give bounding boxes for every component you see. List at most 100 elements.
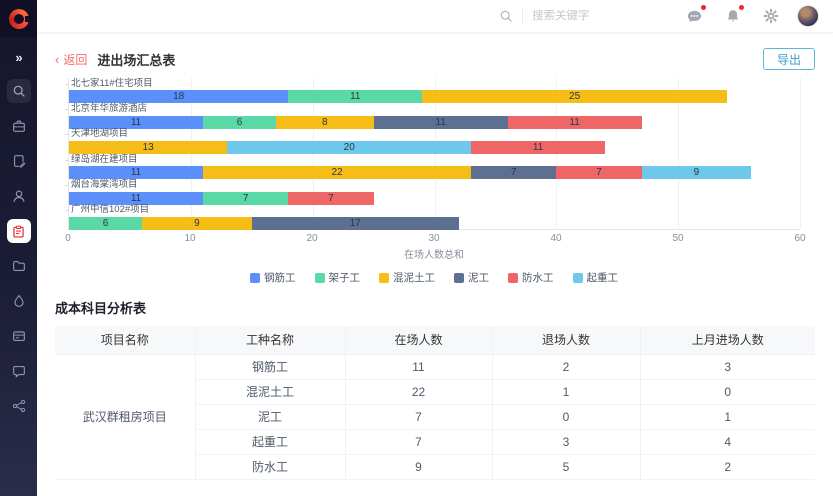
messages-button[interactable] — [686, 8, 703, 25]
bar-segment-泥工[interactable]: 7 — [471, 166, 556, 179]
sidebar-item-search[interactable] — [7, 79, 31, 103]
category-label: 北七家11#住宅项目 — [71, 79, 800, 89]
sidebar-item-cards[interactable] — [7, 324, 31, 348]
message-badge — [701, 5, 706, 10]
settings-button[interactable] — [763, 8, 779, 24]
search-icon — [12, 84, 26, 98]
bar-segment-防水工[interactable]: 7 — [556, 166, 641, 179]
bar-segment-泥工[interactable]: 11 — [374, 116, 508, 129]
x-tick-label: 20 — [306, 233, 317, 244]
sidebar-item-projects[interactable] — [7, 114, 31, 138]
legend-swatch — [508, 273, 518, 283]
sidebar-collapse-icon[interactable]: » — [15, 50, 21, 65]
bar-segment-架子工[interactable]: 11 — [288, 90, 422, 103]
page-title: 进出场汇总表 — [97, 50, 175, 69]
bar-segment-混泥土工[interactable]: 13 — [69, 141, 227, 154]
gear-icon — [763, 8, 779, 24]
search-icon — [499, 9, 513, 23]
category-label: 天津地湖项目 — [71, 129, 800, 139]
avatar[interactable] — [797, 5, 819, 27]
bar-segment-架子工[interactable]: 7 — [203, 192, 288, 205]
stacked-bar[interactable]: 132011 — [69, 141, 800, 154]
bell-icon — [725, 8, 741, 24]
legend-item-架子工[interactable]: 架子工 — [315, 270, 361, 285]
bar-segment-泥工[interactable]: 17 — [252, 217, 459, 230]
legend-label: 架子工 — [329, 270, 361, 285]
chart-legend: 钢筋工 架子工 混泥土工 泥工 防水工 起重工 — [68, 270, 800, 285]
category-label: 北京年华旅游酒店 — [71, 104, 800, 114]
legend-item-防水工[interactable]: 防水工 — [508, 270, 554, 285]
page-header: ‹ 返回 进出场汇总表 导出 — [55, 33, 815, 70]
topbar-search[interactable] — [499, 9, 618, 23]
table-header-row: 项目名称工种名称在场人数退场人数上月进场人数 — [55, 326, 815, 354]
sidebar-item-materials[interactable] — [7, 289, 31, 313]
topbar — [37, 0, 833, 33]
table-cell: 7 — [345, 404, 492, 429]
legend-item-混泥土工[interactable]: 混泥土工 — [379, 270, 435, 285]
legend-label: 混泥土工 — [393, 270, 435, 285]
bar-segment-架子工[interactable]: 6 — [69, 217, 142, 230]
table-cell: 防水工 — [195, 454, 345, 479]
chart-row: 烟台海棠湾项目1177 — [69, 179, 800, 204]
sidebar-item-documents[interactable] — [7, 149, 31, 173]
chart-row: 北七家11#住宅项目181125 — [69, 78, 800, 103]
chart-x-axis-title: 在场人数总和 — [68, 246, 800, 261]
back-button[interactable]: ‹ 返回 — [55, 51, 87, 68]
notifications-button[interactable] — [725, 8, 741, 24]
sidebar-item-users[interactable] — [7, 184, 31, 208]
user-icon — [11, 188, 27, 204]
bar-segment-混泥土工[interactable]: 9 — [142, 217, 252, 230]
app-logo[interactable] — [0, 0, 37, 37]
table-cell: 0 — [492, 404, 640, 429]
legend-label: 防水工 — [522, 270, 554, 285]
table-cell: 22 — [345, 379, 492, 404]
share-icon — [11, 398, 27, 414]
bar-segment-混泥土工[interactable]: 25 — [422, 90, 727, 103]
table-cell: 2 — [492, 354, 640, 379]
bar-segment-混泥土工[interactable]: 22 — [203, 166, 471, 179]
sidebar-item-reports-active[interactable] — [7, 219, 31, 243]
back-arrow-icon: ‹ — [55, 52, 59, 67]
legend-item-起重工[interactable]: 起重工 — [573, 270, 619, 285]
bar-segment-架子工[interactable]: 6 — [203, 116, 276, 129]
table-cell: 7 — [345, 429, 492, 454]
legend-item-泥工[interactable]: 泥工 — [454, 270, 489, 285]
export-button[interactable]: 导出 — [763, 48, 815, 70]
bar-segment-混泥土工[interactable]: 8 — [276, 116, 373, 129]
search-input[interactable] — [532, 10, 618, 22]
legend-item-钢筋工[interactable]: 钢筋工 — [250, 270, 296, 285]
chart-row: 绿岛湖在建项目1122779 — [69, 154, 800, 179]
table-cell: 3 — [492, 429, 640, 454]
bar-segment-钢筋工[interactable]: 11 — [69, 116, 203, 129]
stacked-bar[interactable]: 181125 — [69, 90, 800, 103]
bar-segment-钢筋工[interactable]: 18 — [69, 90, 288, 103]
bar-segment-防水工[interactable]: 11 — [471, 141, 605, 154]
table-cell: 混泥土工 — [195, 379, 345, 404]
x-tick-label: 50 — [672, 233, 683, 244]
stacked-bar[interactable]: 11681111 — [69, 116, 800, 129]
bar-segment-钢筋工[interactable]: 11 — [69, 166, 203, 179]
main-content: ‹ 返回 进出场汇总表 导出 北七家11#住宅项目181125北京年华旅游酒店1… — [37, 33, 833, 496]
sidebar-item-files[interactable] — [7, 254, 31, 278]
column-header: 在场人数 — [345, 326, 492, 354]
bar-segment-防水工[interactable]: 11 — [508, 116, 642, 129]
legend-label: 起重工 — [587, 270, 619, 285]
legend-label: 钢筋工 — [264, 270, 296, 285]
table-cell: 0 — [640, 379, 815, 404]
bar-segment-防水工[interactable]: 7 — [288, 192, 373, 205]
chart-gridline — [800, 78, 801, 229]
cost-analysis-table: 项目名称工种名称在场人数退场人数上月进场人数武汉群租房项目钢筋工1123混泥土工… — [55, 326, 815, 480]
stacked-bar[interactable]: 1122779 — [69, 166, 800, 179]
bar-segment-起重工[interactable]: 20 — [227, 141, 471, 154]
category-label: 绿岛湖在建项目 — [71, 155, 800, 165]
sidebar-item-messages[interactable] — [7, 359, 31, 383]
bar-segment-钢筋工[interactable]: 11 — [69, 192, 203, 205]
stacked-bar[interactable]: 1177 — [69, 192, 800, 205]
legend-swatch — [379, 273, 389, 283]
table-cell: 1 — [492, 379, 640, 404]
stacked-bar[interactable]: 6917 — [69, 217, 800, 230]
chart-row: 天津地湖项目 132011 — [69, 129, 800, 154]
search-divider — [522, 9, 523, 23]
sidebar-item-workflow[interactable] — [7, 394, 31, 418]
bar-segment-起重工[interactable]: 9 — [642, 166, 752, 179]
